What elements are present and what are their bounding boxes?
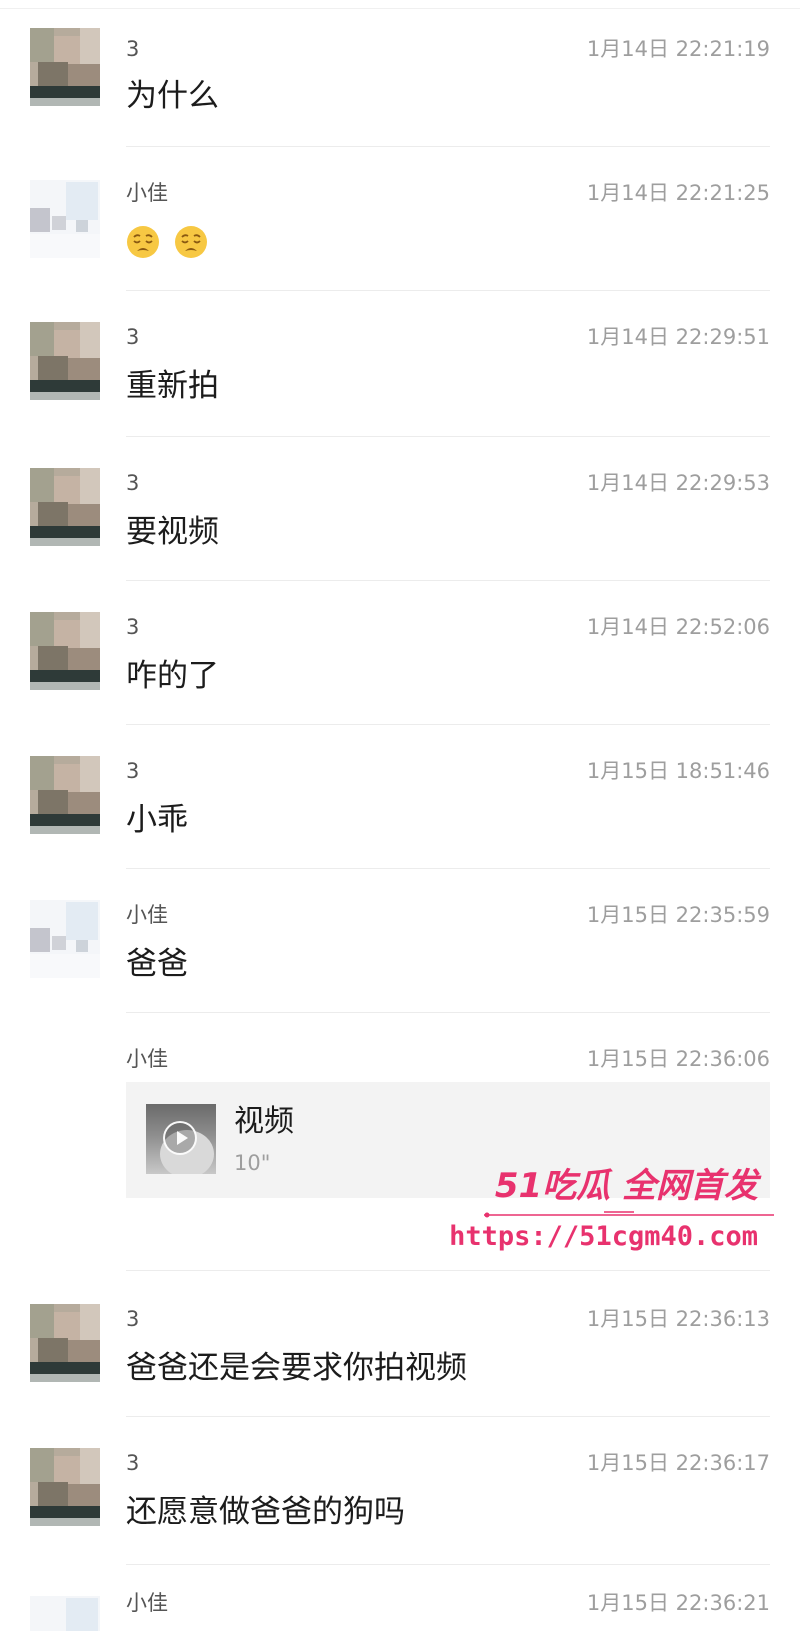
- chat-message[interactable]: 3 1月15日 18:51:46 小乖: [0, 728, 800, 872]
- message-timestamp: 1月14日 22:29:51: [586, 325, 770, 349]
- avatar[interactable]: [30, 612, 100, 690]
- message-timestamp: 1月15日 22:36:13: [586, 1307, 770, 1331]
- sender-name: 3: [126, 325, 140, 349]
- chat-message[interactable]: 3 1月14日 22:21:19 为什么: [0, 0, 800, 150]
- message-timestamp: 1月15日 18:51:46: [586, 759, 770, 783]
- message-divider: [126, 1564, 770, 1565]
- sender-name: 3: [126, 471, 140, 495]
- avatar[interactable]: [30, 468, 100, 546]
- message-divider: [126, 146, 770, 147]
- message-divider: [126, 868, 770, 869]
- message-timestamp: 1月15日 22:36:06: [586, 1047, 770, 1071]
- message-text: 爸爸: [126, 946, 188, 982]
- sender-name: 3: [126, 37, 140, 61]
- video-thumbnail[interactable]: [146, 1104, 216, 1174]
- message-text: 小乖: [126, 802, 188, 838]
- chat-message[interactable]: 3 1月14日 22:52:06 咋的了: [0, 584, 800, 728]
- worried-face-icon: [174, 225, 207, 258]
- message-text: 要视频: [126, 514, 219, 550]
- sender-name: 3: [126, 615, 140, 639]
- watermark-divider-line: [484, 1211, 774, 1218]
- chat-message[interactable]: 小佳 1月15日 22:36:21: [0, 1566, 800, 1631]
- video-title: 视频: [234, 1104, 294, 1139]
- chat-message[interactable]: 小佳 1月15日 22:35:59 爸爸: [0, 872, 800, 1016]
- sender-name: 3: [126, 759, 140, 783]
- message-timestamp: 1月15日 22:35:59: [586, 903, 770, 927]
- message-divider: [126, 1270, 770, 1271]
- avatar[interactable]: [30, 756, 100, 834]
- chat-message[interactable]: 小佳 1月14日 22:21:25: [0, 150, 800, 294]
- watermark-url: https://51cgm40.com: [449, 1221, 758, 1252]
- avatar[interactable]: [30, 180, 100, 258]
- sender-name: 小佳: [126, 181, 168, 205]
- sender-name: 3: [126, 1307, 140, 1331]
- sender-name: 3: [126, 1451, 140, 1475]
- message-timestamp: 1月15日 22:36:17: [586, 1451, 770, 1475]
- avatar[interactable]: [30, 1596, 100, 1631]
- chat-message[interactable]: 3 1月15日 22:36:13 爸爸还是会要求你拍视频: [0, 1274, 800, 1418]
- message-divider: [126, 290, 770, 291]
- message-timestamp: 1月14日 22:52:06: [586, 615, 770, 639]
- message-text: 还愿意做爸爸的狗吗: [126, 1494, 405, 1530]
- avatar[interactable]: [30, 322, 100, 400]
- message-timestamp: 1月14日 22:21:25: [586, 181, 770, 205]
- message-text: 咋的了: [126, 658, 219, 694]
- avatar[interactable]: [30, 1304, 100, 1382]
- message-timestamp: 1月15日 22:36:21: [586, 1591, 770, 1615]
- watermark-brand: 51吃瓜 全网首发: [494, 1166, 758, 1206]
- video-duration: 10": [234, 1151, 271, 1175]
- message-divider: [126, 436, 770, 437]
- message-text: 为什么: [126, 78, 219, 114]
- sender-name: 小佳: [126, 1591, 168, 1615]
- sender-name: 小佳: [126, 903, 168, 927]
- sender-name: 小佳: [126, 1047, 168, 1071]
- message-divider: [126, 580, 770, 581]
- message-emoji-row: [126, 220, 212, 260]
- message-text: 爸爸还是会要求你拍视频: [126, 1350, 467, 1386]
- message-divider: [126, 724, 770, 725]
- message-timestamp: 1月14日 22:21:19: [586, 37, 770, 61]
- watermark: 51吃瓜 全网首发 https://51cgm40.com: [449, 1166, 780, 1258]
- play-icon[interactable]: [163, 1121, 197, 1155]
- avatar[interactable]: [30, 1448, 100, 1526]
- message-divider: [126, 1012, 770, 1013]
- worried-face-icon: [127, 225, 159, 258]
- chat-message[interactable]: 3 1月15日 22:36:17 还愿意做爸爸的狗吗: [0, 1418, 800, 1566]
- chat-message[interactable]: 3 1月14日 22:29:53 要视频: [0, 440, 800, 584]
- message-text: 重新拍: [126, 368, 219, 404]
- message-timestamp: 1月14日 22:29:53: [586, 471, 770, 495]
- avatar[interactable]: [30, 28, 100, 106]
- chat-message[interactable]: 3 1月14日 22:29:51 重新拍: [0, 294, 800, 440]
- message-divider: [126, 1416, 770, 1417]
- avatar[interactable]: [30, 900, 100, 978]
